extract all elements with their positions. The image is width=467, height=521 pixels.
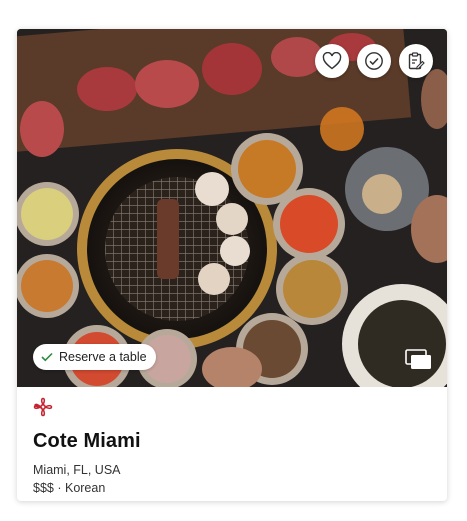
restaurant-name[interactable]: Cote Miami	[33, 430, 431, 453]
cuisine-type: Korean	[64, 481, 106, 495]
food-scene-image	[17, 29, 447, 387]
check-circle-icon	[365, 52, 383, 70]
gallery-button[interactable]	[405, 349, 433, 371]
restaurant-photo[interactable]: Reserve a table	[17, 29, 447, 387]
price-level: $$$	[33, 481, 54, 495]
check-icon	[41, 352, 53, 362]
reserve-table-label: Reserve a table	[59, 350, 147, 364]
meta-separator: ·	[57, 481, 65, 495]
favorite-button[interactable]	[315, 44, 349, 78]
reserve-table-button[interactable]: Reserve a table	[33, 344, 156, 370]
gallery-stack-icon	[405, 349, 431, 369]
visited-button[interactable]	[357, 44, 391, 78]
restaurant-location: Miami, FL, USA	[33, 463, 121, 477]
michelin-flower-icon	[33, 397, 53, 417]
restaurant-price-cuisine: $$$ · Korean	[33, 481, 431, 495]
photo-actions	[315, 44, 433, 78]
clipboard-edit-icon	[408, 52, 425, 70]
notes-button[interactable]	[399, 44, 433, 78]
restaurant-info: Cote Miami Miami, FL, USA $$$ · Korean	[33, 397, 431, 495]
heart-outline-icon	[322, 52, 342, 70]
restaurant-card[interactable]: Reserve a table Cote Miami Miami, FL, US…	[17, 29, 447, 501]
